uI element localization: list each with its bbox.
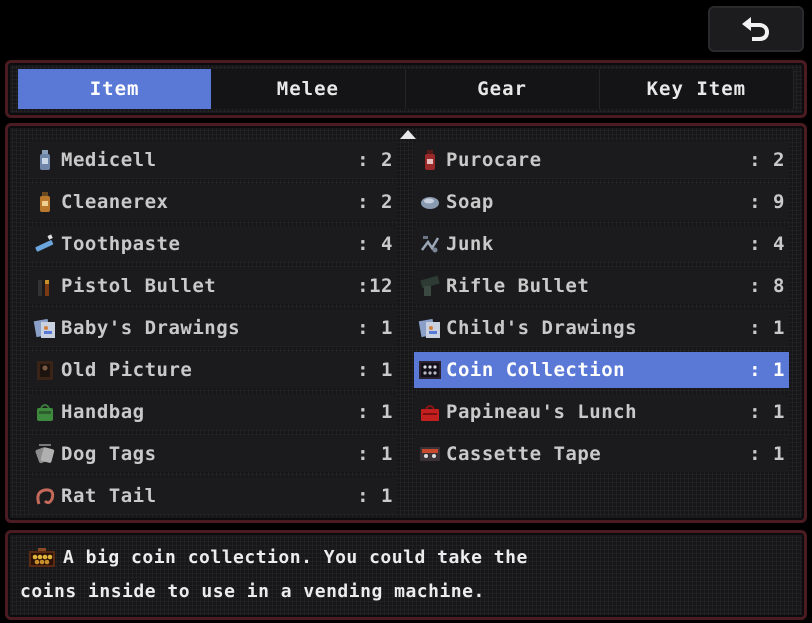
purocare-bottle-icon [425,150,435,170]
tab-key-item[interactable]: Key Item [599,69,794,109]
item-name: Medicell [61,149,157,171]
item-count: : 2 [749,149,785,171]
item-count: : 1 [357,485,393,507]
item-name: Coin Collection [446,359,626,381]
item-row-rat-tail[interactable]: Rat Tail : 1 [29,478,397,514]
tab-item[interactable]: Item [18,69,212,109]
item-row-cassette-tape[interactable]: Cassette Tape : 1 [414,436,789,472]
item-description-box: A big coin collection. You could take th… [5,530,807,620]
item-name: Rat Tail [61,485,157,507]
item-name: Cassette Tape [446,443,602,465]
item-row-child-s-drawings[interactable]: Child's Drawings : 1 [414,310,789,346]
coin-collection-icon [419,361,441,379]
item-row-cleanerex[interactable]: Cleanerex : 2 [29,184,397,220]
item-count: : 4 [357,233,393,255]
item-name: Cleanerex [61,191,169,213]
item-name: Junk [446,233,494,255]
item-row-papineau-s-lunch[interactable]: Papineau's Lunch : 1 [414,394,789,430]
item-row-soap[interactable]: Soap : 9 [414,184,789,220]
item-count: :12 [357,275,393,297]
item-row-pistol-bullet[interactable]: Pistol Bullet :12 [29,268,397,304]
drawings-icon [33,318,55,338]
item-count: : 1 [749,443,785,465]
item-count: : 1 [357,401,393,423]
back-button[interactable] [708,6,804,52]
item-row-coin-collection[interactable]: Coin Collection : 1 [414,352,789,388]
item-row-handbag[interactable]: Handbag : 1 [29,394,397,430]
item-name: Baby's Drawings [61,317,241,339]
item-count: : 1 [749,401,785,423]
item-row-purocare[interactable]: Purocare : 2 [414,142,789,178]
description-line-2: coins inside to use in a vending machine… [20,581,485,602]
item-name: Papineau's Lunch [446,401,638,423]
item-count: : 9 [749,191,785,213]
item-count: : 1 [357,317,393,339]
item-row-old-picture[interactable]: Old Picture : 1 [29,352,397,388]
rifle-bullet-icon [420,275,440,296]
soap-icon [421,197,439,209]
item-name: Rifle Bullet [446,275,590,297]
scroll-up-arrow-icon[interactable] [400,130,416,139]
back-arrow-icon [742,17,769,41]
item-row-baby-s-drawings[interactable]: Baby's Drawings : 1 [29,310,397,346]
item-row-medicell[interactable]: Medicell : 2 [29,142,397,178]
description-line-1: A big coin collection. You could take th… [63,547,528,568]
medicell-bottle-icon [40,150,50,170]
item-name: Handbag [61,401,145,423]
item-row-toothpaste[interactable]: Toothpaste : 4 [29,226,397,262]
item-count: : 1 [357,359,393,381]
item-name: Pistol Bullet [61,275,217,297]
rat-tail-icon [36,488,55,505]
old-picture-icon [37,361,53,380]
toothpaste-icon [35,234,54,252]
item-row-rifle-bullet[interactable]: Rifle Bullet : 8 [414,268,789,304]
drawings-icon [418,318,440,338]
cleanerex-bottle-icon [40,192,50,212]
item-count: : 2 [357,149,393,171]
coin-collection-icon [29,548,55,567]
dog-tags-icon [35,444,55,464]
item-count: : 2 [357,191,393,213]
item-row-dog-tags[interactable]: Dog Tags : 1 [29,436,397,472]
junk-icon [421,236,440,253]
tab-melee[interactable]: Melee [211,69,406,109]
item-name: Old Picture [61,359,193,381]
item-name: Soap [446,191,494,213]
item-count: : 1 [749,359,785,381]
tab-gear[interactable]: Gear [405,69,600,109]
item-name: Child's Drawings [446,317,638,339]
item-count: : 8 [749,275,785,297]
item-row-junk[interactable]: Junk : 4 [414,226,789,262]
item-name: Toothpaste [61,233,181,255]
handbag-icon [37,404,53,421]
item-count: : 4 [749,233,785,255]
item-name: Dog Tags [61,443,157,465]
pistol-bullet-icon [38,280,49,296]
category-tab-bar: Item Melee Gear Key Item [5,60,807,118]
cassette-tape-icon [420,447,440,461]
lunchbox-icon [421,405,439,421]
item-count: : 1 [357,443,393,465]
item-name: Purocare [446,149,542,171]
item-count: : 1 [749,317,785,339]
